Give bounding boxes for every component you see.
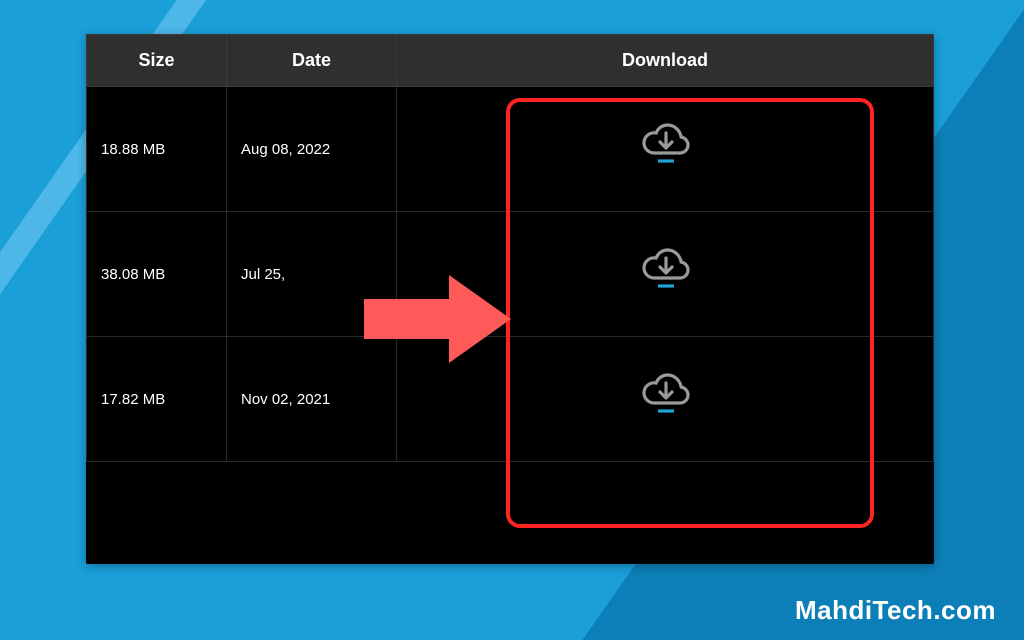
table-row: 38.08 MB Jul 25, (87, 212, 934, 337)
cell-download (397, 337, 934, 462)
watermark-text: MahdiTech.com (795, 595, 996, 626)
cell-download (397, 212, 934, 337)
cell-size: 38.08 MB (87, 212, 227, 337)
cell-date: Nov 02, 2021 (227, 337, 397, 462)
header-date: Date (227, 35, 397, 87)
download-button[interactable] (636, 121, 694, 177)
downloads-panel: Size Date Download 18.88 MB Aug 08, 2022 (86, 34, 934, 564)
cell-download (397, 87, 934, 212)
cloud-download-icon (636, 121, 694, 173)
download-button[interactable] (636, 371, 694, 427)
cell-size: 18.88 MB (87, 87, 227, 212)
table-row: 18.88 MB Aug 08, 2022 (87, 87, 934, 212)
table-row: 17.82 MB Nov 02, 2021 (87, 337, 934, 462)
download-button[interactable] (636, 246, 694, 302)
cloud-download-icon (636, 246, 694, 298)
cell-size: 17.82 MB (87, 337, 227, 462)
cloud-download-icon (636, 371, 694, 423)
downloads-table: Size Date Download 18.88 MB Aug 08, 2022 (86, 34, 934, 462)
cell-date: Jul 25, (227, 212, 397, 337)
header-download: Download (397, 35, 934, 87)
header-size: Size (87, 35, 227, 87)
cell-date: Aug 08, 2022 (227, 87, 397, 212)
